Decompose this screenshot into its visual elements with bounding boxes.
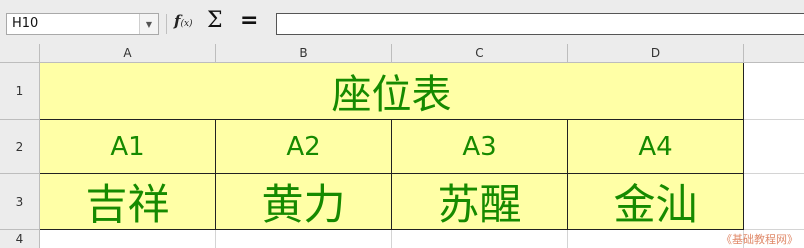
sum-button[interactable]: Σ [207,8,223,33]
cell-a4[interactable] [40,230,216,248]
code-cell-b2[interactable]: A2 [216,120,392,174]
function-wizard-button[interactable]: f(x) [174,12,193,30]
toolbar-separator [166,14,167,34]
column-header-b[interactable]: B [216,44,392,63]
row-header-2[interactable]: 2 [0,120,40,174]
cell-b4[interactable] [216,230,392,248]
select-all-corner[interactable] [0,44,40,63]
formula-bar: H10 ▼ f(x) Σ = [0,0,804,45]
column-header-e[interactable] [744,44,804,63]
name-box-value: H10 [12,16,39,31]
name-cell-c3[interactable]: 苏醒 [392,174,568,230]
watermark: 《基础教程网》 [721,233,798,246]
cell-d4[interactable] [568,230,744,248]
formula-button[interactable]: = [240,8,258,33]
row-header-3[interactable]: 3 [0,174,40,230]
row-header-1[interactable]: 1 [0,63,40,120]
name-cell-d3[interactable]: 金汕 [568,174,744,230]
column-header-c[interactable]: C [392,44,568,63]
cell-e1[interactable] [744,63,804,120]
name-cell-b3[interactable]: 黄力 [216,174,392,230]
cell-e2[interactable] [744,120,804,174]
column-header-a[interactable]: A [40,44,216,63]
cell-c4[interactable] [392,230,568,248]
title-cell[interactable]: 座位表 [40,63,744,120]
spreadsheet-grid: A B C D 1 2 3 4 座位表 A1 A2 A3 A4 吉祥 黄力 苏醒… [0,44,804,248]
code-cell-c2[interactable]: A3 [392,120,568,174]
cell-e3[interactable] [744,174,804,230]
column-header-d[interactable]: D [568,44,744,63]
name-box[interactable]: H10 ▼ [6,13,159,35]
code-cell-d2[interactable]: A4 [568,120,744,174]
chevron-down-icon[interactable]: ▼ [139,14,158,34]
code-cell-a2[interactable]: A1 [40,120,216,174]
row-header-4[interactable]: 4 [0,230,40,248]
formula-input[interactable] [276,13,804,35]
name-cell-a3[interactable]: 吉祥 [40,174,216,230]
